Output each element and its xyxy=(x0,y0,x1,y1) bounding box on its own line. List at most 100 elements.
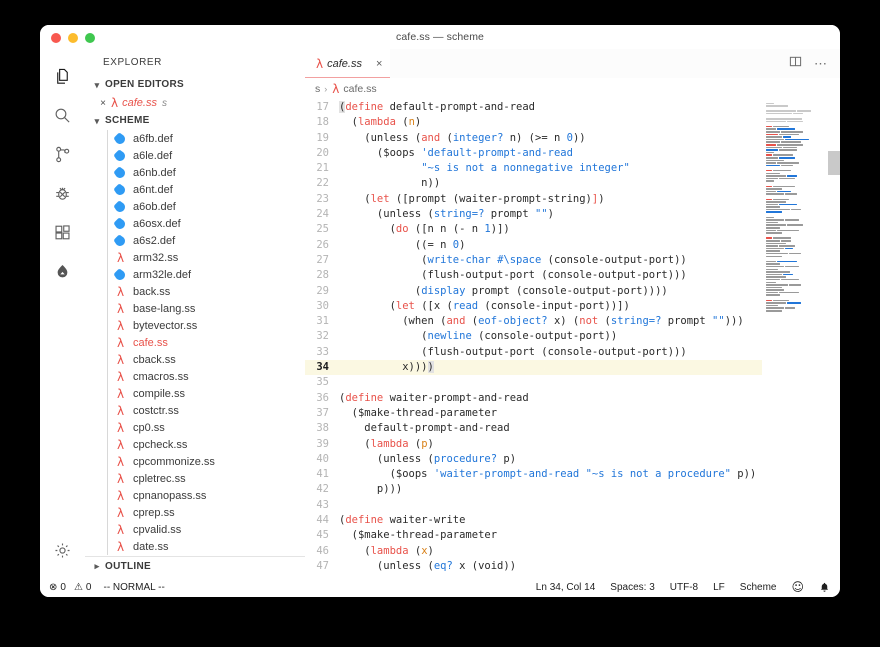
code-line[interactable]: 33 (flush-output-port (console-output-po… xyxy=(305,345,762,360)
tree-file-item[interactable]: λ cpcheck.ss xyxy=(85,436,305,453)
close-icon[interactable]: × xyxy=(376,58,382,70)
code-line[interactable]: 27 (write-char #\space (console-output-p… xyxy=(305,253,762,268)
section-open-editors[interactable]: ▾ OPEN EDITORS xyxy=(85,76,305,94)
section-outline[interactable]: ▸ OUTLINE xyxy=(85,556,305,576)
code-line[interactable]: 46 (lambda (x) xyxy=(305,544,762,559)
minimap-segment xyxy=(797,110,812,112)
tree-file-item[interactable]: λ base-lang.ss xyxy=(85,300,305,317)
status-cursor-position[interactable]: Ln 34, Col 14 xyxy=(536,582,596,593)
code-line[interactable]: 35 xyxy=(305,375,762,390)
tree-file-item[interactable]: λ cpletrec.ss xyxy=(85,470,305,487)
explorer-icon[interactable] xyxy=(40,57,85,96)
code-line[interactable]: 31 (when (and (eof-object? x) (not (stri… xyxy=(305,314,762,329)
code-line[interactable]: 43 xyxy=(305,498,762,513)
tree-file-item[interactable]: λ cmacros.ss xyxy=(85,368,305,385)
code-lines[interactable]: 17 (define default-prompt-and-read 18 (lam… xyxy=(305,99,762,576)
minimap-scrollbar[interactable] xyxy=(828,99,840,576)
more-actions-icon[interactable]: ⋯ xyxy=(814,57,827,70)
tree-file-item[interactable]: λ date.ss xyxy=(85,538,305,555)
code-line[interactable]: 20 ($oops 'default-prompt-and-read xyxy=(305,146,762,161)
tab-cafe-ss[interactable]: λ cafe.ss × xyxy=(305,49,391,78)
tree-file-item[interactable]: a6osx.def xyxy=(85,215,305,232)
code-line[interactable]: 21 "~s is not a nonnegative integer" xyxy=(305,161,762,176)
code-line[interactable]: 26 ((= n 0) xyxy=(305,238,762,253)
breadcrumb-segment-folder[interactable]: s xyxy=(315,83,320,95)
feedback-smiley-icon[interactable]: ☺ xyxy=(791,580,804,594)
tree-file-label: cpcommonize.ss xyxy=(133,455,215,468)
line-number: 28 xyxy=(316,269,329,282)
close-icon[interactable]: × xyxy=(96,98,110,109)
extensions-icon[interactable] xyxy=(40,213,85,252)
minimap-segment xyxy=(787,120,804,123)
run-and-debug-icon[interactable] xyxy=(40,174,85,213)
close-window-button[interactable] xyxy=(51,33,61,43)
split-editor-icon[interactable] xyxy=(789,55,802,73)
code-line[interactable]: 32 (newline (console-output-port)) xyxy=(305,329,762,344)
tree-file-item[interactable]: λ arm32.ss xyxy=(85,249,305,266)
code-line[interactable]: 18 (lambda (n) xyxy=(305,115,762,130)
search-icon[interactable] xyxy=(40,96,85,135)
tree-file-item[interactable]: a6nt.def xyxy=(85,181,305,198)
tree-file-label: bytevector.ss xyxy=(133,319,198,332)
code-line[interactable]: 25 (do ([n n (- n 1)]) xyxy=(305,222,762,237)
def-file-icon xyxy=(114,200,127,213)
status-language-mode[interactable]: Scheme xyxy=(740,582,777,593)
breadcrumb-segment-file[interactable]: cafe.ss xyxy=(343,83,376,95)
code-line[interactable]: 44 (define waiter-write xyxy=(305,513,762,528)
open-editor-item[interactable]: × λ cafe.ss s xyxy=(85,94,305,112)
code-line[interactable]: 36 (define waiter-prompt-and-read xyxy=(305,391,762,406)
code-line[interactable]: 29 (display prompt (console-output-port)… xyxy=(305,284,762,299)
chevron-right-icon: ▸ xyxy=(94,561,100,571)
code-line[interactable]: 24 (unless (string=? prompt "") xyxy=(305,207,762,222)
gear-icon[interactable] xyxy=(40,531,85,570)
status-eol[interactable]: LF xyxy=(713,582,725,593)
tree-file-item[interactable]: a6s2.def xyxy=(85,232,305,249)
tree-file-item[interactable]: λ cprep.ss xyxy=(85,504,305,521)
line-number: 30 xyxy=(316,299,329,312)
tree-file-item[interactable]: λ back.ss xyxy=(85,283,305,300)
app-body: EXPLORER ▾ OPEN EDITORS × λ cafe.ss s ▾ SCH… xyxy=(40,49,840,576)
code-line[interactable]: 22 n)) xyxy=(305,176,762,191)
tree-file-item[interactable]: λ cpvalid.ss xyxy=(85,521,305,538)
section-scheme[interactable]: ▾ SCHEME xyxy=(85,112,305,130)
tree-file-item[interactable]: λ cback.ss xyxy=(85,351,305,368)
tree-file-item[interactable]: λ cpnanopass.ss xyxy=(85,487,305,504)
code-line[interactable]: 17 (define default-prompt-and-read xyxy=(305,100,762,115)
code-line[interactable]: 41 ($oops 'waiter-prompt-and-read "~s is… xyxy=(305,467,762,482)
zoom-window-button[interactable] xyxy=(85,33,95,43)
code-line[interactable]: 45 ($make-thread-parameter xyxy=(305,528,762,543)
tree-file-item[interactable]: λ cp0.ss xyxy=(85,419,305,436)
code-line[interactable]: 28 (flush-output-port (console-output-po… xyxy=(305,268,762,283)
droplet-icon[interactable] xyxy=(40,252,85,291)
code-line[interactable]: 39 (lambda (p) xyxy=(305,437,762,452)
code-line[interactable]: 37 ($make-thread-parameter xyxy=(305,406,762,421)
minimap-segment xyxy=(766,149,778,151)
code-line[interactable]: 40 (unless (procedure? p) xyxy=(305,452,762,467)
tree-file-item[interactable]: a6le.def xyxy=(85,147,305,164)
tree-file-item[interactable]: λ costctr.ss xyxy=(85,402,305,419)
tree-file-item[interactable]: a6nb.def xyxy=(85,164,305,181)
status-problems[interactable]: ⊗ 0 ⚠ 0 xyxy=(49,582,91,593)
tree-file-item[interactable]: λ compile.ss xyxy=(85,385,305,402)
status-encoding[interactable]: UTF-8 xyxy=(670,582,698,593)
code-line[interactable]: 19 (unless (and (integer? n) (>= n 0)) xyxy=(305,131,762,146)
notifications-bell-icon[interactable] xyxy=(819,582,830,593)
code-line[interactable]: 47 (unless (eq? x (void)) xyxy=(305,559,762,574)
code-line[interactable]: 38 default-prompt-and-read xyxy=(305,421,762,436)
window-title: cafe.ss — scheme xyxy=(396,31,484,43)
tree-file-item[interactable]: arm32le.def xyxy=(85,266,305,283)
minimap[interactable] xyxy=(762,99,840,576)
code-line[interactable]: 23 (let ([prompt (waiter-prompt-string)]… xyxy=(305,192,762,207)
minimize-window-button[interactable] xyxy=(68,33,78,43)
code-line[interactable]: 34 x)))) xyxy=(305,360,762,376)
tree-file-item[interactable]: a6fb.def xyxy=(85,130,305,147)
tree-file-item[interactable]: λ bytevector.ss xyxy=(85,317,305,334)
minimap-thumb[interactable] xyxy=(828,151,840,176)
tree-file-item[interactable]: λ cpcommonize.ss xyxy=(85,453,305,470)
source-control-icon[interactable] xyxy=(40,135,85,174)
tree-file-item[interactable]: a6ob.def xyxy=(85,198,305,215)
status-indentation[interactable]: Spaces: 3 xyxy=(610,582,654,593)
tree-file-item[interactable]: λ cafe.ss xyxy=(85,334,305,351)
code-line[interactable]: 30 (let ([x (read (console-input-port))]… xyxy=(305,299,762,314)
code-line[interactable]: 42 p))) xyxy=(305,482,762,497)
